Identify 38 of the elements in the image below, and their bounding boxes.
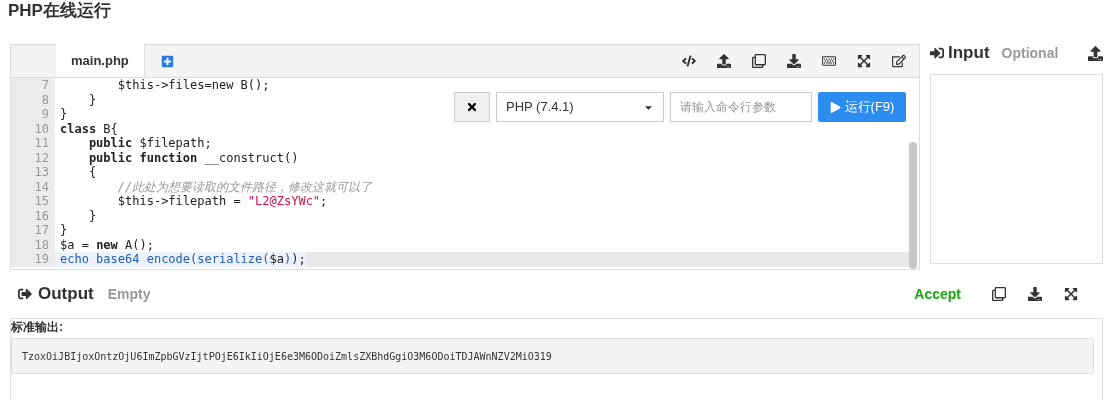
- upload-icon[interactable]: [1088, 45, 1103, 61]
- code-line: }: [59, 223, 68, 238]
- stdout-text: TzoxOiJBIjoxOntzOjU6ImZpbGVzIjtPOjE6IkIiOjE6e3M6ODoiZmlsZXBhdGgiO3M6ODoiTDJAWnNZV2MiO319: [11, 338, 1094, 374]
- line-number: 9: [11, 107, 55, 122]
- sign-out-icon: [18, 287, 32, 301]
- code-line: $a = new A();: [59, 237, 154, 252]
- line-number: 17: [11, 223, 55, 238]
- code-line: $this->filepath = "L2@ZsYWc";: [116, 194, 328, 209]
- code-line: //此处为想要读取的文件路径，修改这就可以了: [116, 179, 373, 194]
- close-icon: [466, 101, 478, 113]
- line-number: 13: [11, 165, 55, 180]
- code-line: public function __construct(): [87, 150, 299, 165]
- code-line: {: [87, 165, 97, 180]
- status-label: Accept: [914, 284, 961, 304]
- file-tab[interactable]: main.php: [56, 44, 145, 77]
- input-field[interactable]: [930, 74, 1103, 264]
- play-icon: [829, 101, 841, 113]
- line-number: 15: [11, 194, 55, 209]
- args-field[interactable]: 请输入命令行参数: [670, 92, 812, 122]
- stdout-label: 标准输出:: [11, 319, 64, 335]
- clear-button[interactable]: [454, 92, 490, 122]
- output-title: Output: [38, 283, 94, 306]
- line-number: 7: [11, 78, 55, 93]
- code-line: class B{: [59, 121, 118, 136]
- code-line: $this->files=new B();: [116, 78, 270, 93]
- code-line: }: [87, 208, 97, 223]
- language-select[interactable]: PHP (7.4.1): [496, 92, 664, 122]
- add-tab-icon[interactable]: [160, 55, 174, 68]
- input-title: Input: [948, 42, 990, 65]
- input-note: Optional: [1001, 43, 1059, 63]
- line-number: 11: [11, 136, 55, 151]
- code-line: }: [87, 92, 97, 107]
- scrollbar[interactable]: [909, 142, 917, 269]
- code-line: public $filepath;: [87, 136, 212, 151]
- page-title: PHP在线运行: [8, 0, 111, 22]
- code-line: }: [59, 107, 68, 122]
- sign-in-icon: [930, 46, 944, 60]
- output-note: Empty: [107, 284, 151, 304]
